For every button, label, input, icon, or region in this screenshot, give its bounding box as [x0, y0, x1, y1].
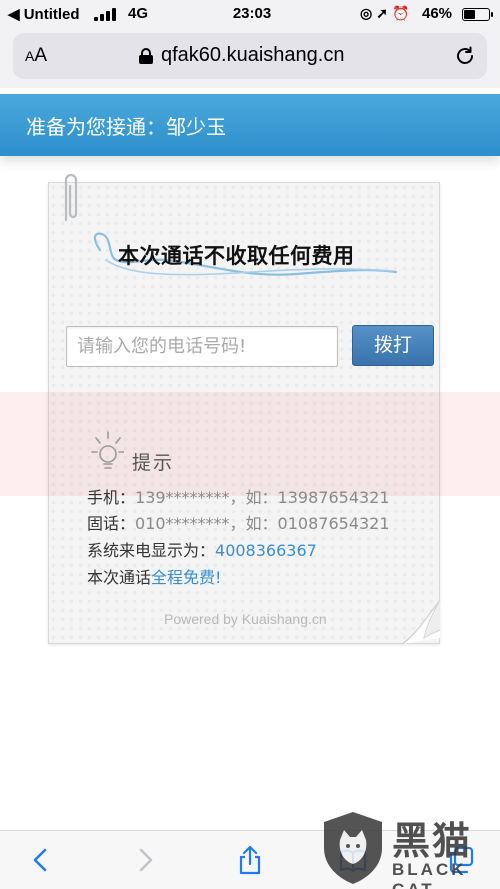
- card-title: 本次通话不收取任何费用: [118, 244, 355, 268]
- watermark-han: 黑猫: [392, 819, 473, 863]
- mobile-format-line: 手机：139********，如：13987654321: [87, 488, 390, 507]
- signal-strength-icon: [94, 8, 116, 21]
- powered-by-text: Powered by Kuaishang.cn: [164, 611, 327, 627]
- battery-percentage: 46%: [422, 5, 453, 22]
- share-icon[interactable]: [235, 845, 265, 875]
- page-curl-decoration: [401, 599, 441, 645]
- reload-icon[interactable]: [453, 44, 477, 68]
- back-to-app-link[interactable]: ◀ Untitled: [8, 5, 80, 23]
- black-cat-logo-icon: [324, 812, 382, 884]
- paperclip-icon: [64, 173, 78, 222]
- clock: 23:03: [232, 5, 272, 22]
- caller-id-line: 系统来电显示为：4008366367: [87, 541, 317, 560]
- back-icon[interactable]: [26, 845, 56, 875]
- text-size-button[interactable]: AA: [25, 45, 47, 67]
- connecting-text: 准备为您接通：邹少玉: [26, 115, 226, 139]
- forward-icon[interactable]: [130, 845, 160, 875]
- watermark-latin: BLACK CAT: [392, 860, 467, 889]
- overlay-band: [0, 392, 500, 496]
- lightbulb-icon: [91, 431, 124, 469]
- status-icons: ◎➚⏰: [360, 5, 414, 21]
- url-text[interactable]: qfak60.kuaishang.cn: [161, 44, 344, 67]
- free-call-line: 本次通话全程免费!: [87, 568, 222, 587]
- network-type: 4G: [128, 5, 149, 22]
- url-field[interactable]: AA qfak60.kuaishang.cn: [13, 33, 487, 79]
- battery-icon: [462, 8, 493, 21]
- lock-icon: [139, 48, 153, 64]
- dial-button[interactable]: 拨打: [352, 325, 434, 366]
- phone-number-input[interactable]: [66, 326, 338, 367]
- connecting-banner: 准备为您接通：邹少玉: [0, 94, 500, 156]
- tip-label: 提示: [132, 452, 175, 474]
- browser-address-bar: AA qfak60.kuaishang.cn: [0, 28, 500, 88]
- landline-format-line: 固话：010********，如：01087654321: [87, 514, 390, 533]
- status-bar: ◀ Untitled 4G 23:03 ◎➚⏰ 46%: [0, 0, 500, 28]
